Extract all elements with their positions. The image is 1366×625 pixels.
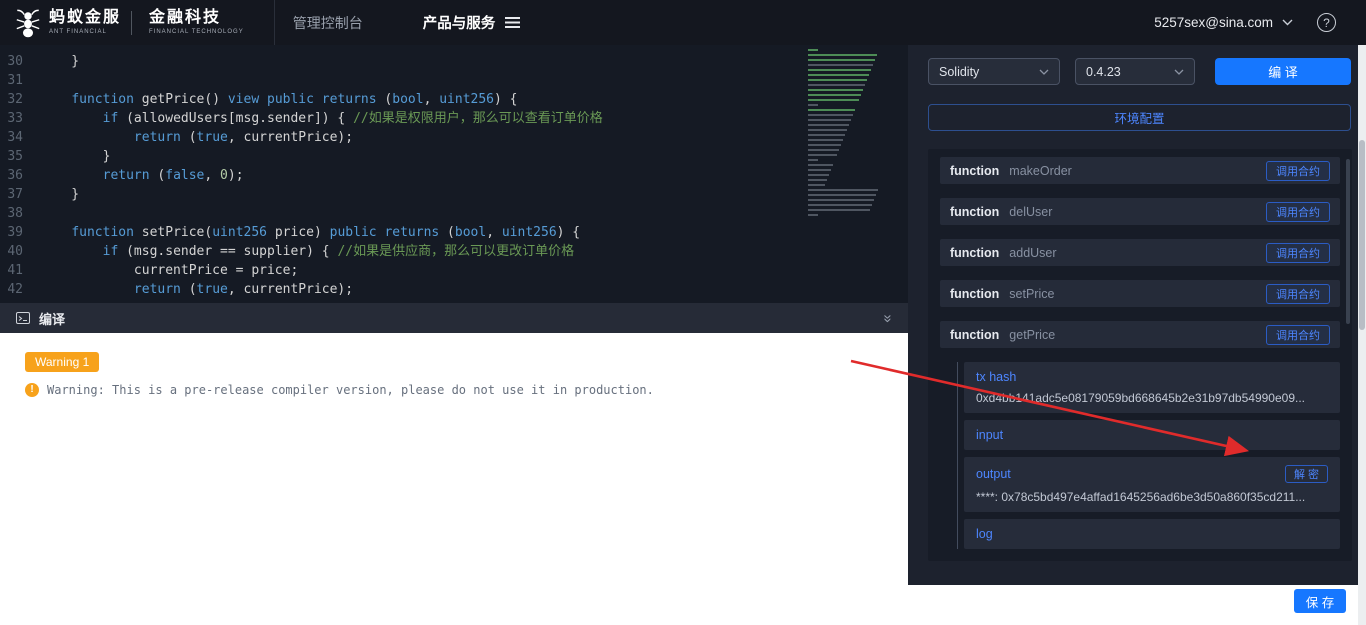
minimap-lines bbox=[808, 49, 896, 216]
compile-panel-header[interactable]: 编译 » bbox=[0, 303, 908, 333]
version-select[interactable]: 0.4.23 bbox=[1075, 58, 1195, 85]
warning-message: Warning: This is a pre-release compiler … bbox=[47, 383, 654, 397]
code-line: 35 } bbox=[7, 149, 111, 164]
function-list-scrollbar[interactable] bbox=[1346, 159, 1350, 324]
account-email: 5257sex@sina.com bbox=[1154, 15, 1273, 30]
code-line: 36 return (false, 0); bbox=[7, 168, 244, 183]
compiler-controls: Solidity 0.4.23 编 译 bbox=[928, 58, 1351, 85]
page: 蚂蚁金服 ANT FINANCIAL 金融科技 FINANCIAL TECHNO… bbox=[0, 0, 1366, 625]
code-line: 32 function getPrice() view public retur… bbox=[7, 92, 518, 107]
compile-panel-title: 编译 bbox=[39, 311, 66, 327]
console-icon bbox=[16, 312, 30, 324]
function-keyword: function bbox=[950, 163, 1000, 178]
version-select-value: 0.4.23 bbox=[1086, 64, 1121, 79]
output-label: output bbox=[976, 467, 1011, 481]
input-label: input bbox=[976, 428, 1004, 442]
code-line: 39 function setPrice(uint256 price) publ… bbox=[7, 225, 581, 240]
function-keyword: function bbox=[950, 286, 1000, 301]
ant-financial-logo: 蚂蚁金服 ANT FINANCIAL 金融科技 FINANCIAL TECHNO… bbox=[0, 7, 244, 39]
account-menu[interactable]: 5257sex@sina.com bbox=[1154, 15, 1293, 30]
compiler-output: Warning 1 ! Warning: This is a pre-relea… bbox=[0, 333, 908, 397]
function-name: getPrice bbox=[1009, 327, 1056, 342]
function-row-makeOrder[interactable]: function makeOrder 调用合约 bbox=[940, 157, 1340, 184]
brand-division-cn: 金融科技 bbox=[149, 9, 222, 26]
collapse-chevron-icon[interactable]: » bbox=[879, 314, 896, 322]
menu-icon bbox=[505, 17, 521, 28]
input-block[interactable]: input bbox=[964, 420, 1340, 450]
chevron-down-icon bbox=[1174, 69, 1184, 75]
save-button[interactable]: 保 存 bbox=[1294, 589, 1346, 613]
code-line: 38 bbox=[7, 206, 23, 221]
call-contract-button[interactable]: 调用合约 bbox=[1266, 160, 1330, 181]
code-editor[interactable]: 30 } 31 32 function getPrice() view public… bbox=[0, 45, 908, 303]
nav-products-services[interactable]: 产品与服务 bbox=[423, 12, 521, 33]
function-row-addUser[interactable]: function addUser 调用合约 bbox=[940, 239, 1340, 266]
ant-icon bbox=[16, 9, 40, 37]
chevron-down-icon bbox=[1282, 19, 1293, 26]
function-rows: function makeOrder 调用合约 function delUser 调用合约… bbox=[940, 157, 1340, 307]
code-line: 34 return (true, currentPrice); bbox=[7, 130, 354, 145]
warning-count-badge: Warning 1 bbox=[25, 352, 100, 372]
brand-division-en: FINANCIAL TECHNOLOGY bbox=[149, 29, 244, 35]
page-scrollbar[interactable] bbox=[1358, 45, 1366, 625]
code-line: 37 } bbox=[7, 187, 80, 202]
code-line: 41 currentPrice = price; bbox=[7, 263, 299, 278]
code-line: 30 } bbox=[7, 54, 80, 69]
contract-panel: Solidity 0.4.23 编 译 环境配置 function makeOrd… bbox=[908, 45, 1358, 585]
chevron-down-icon bbox=[1039, 69, 1049, 75]
brand-name-cn: 蚂蚁金服 bbox=[49, 9, 122, 26]
tx-hash-block: tx hash 0xd4bb141adc5e08179059bd668645b2… bbox=[964, 362, 1340, 413]
call-contract-button[interactable]: 调用合约 bbox=[1266, 201, 1330, 222]
warning-row: ! Warning: This is a pre-release compile… bbox=[25, 383, 908, 397]
language-select[interactable]: Solidity bbox=[928, 58, 1060, 85]
code-line: 40 if (msg.sender == supplier) { //如果是供应… bbox=[7, 244, 575, 259]
env-config-button[interactable]: 环境配置 bbox=[928, 104, 1351, 131]
tx-hash-label: tx hash bbox=[976, 370, 1017, 384]
function-row-getPrice[interactable]: function getPrice 调用合约 bbox=[940, 321, 1340, 348]
code-line: 42 return (true, currentPrice); bbox=[7, 282, 354, 297]
brand-name-en: ANT FINANCIAL bbox=[49, 29, 107, 35]
function-row-setPrice[interactable]: function setPrice 调用合约 bbox=[940, 280, 1340, 307]
output-value: ****: 0x78c5bd497e4affad1645256ad6be3d50… bbox=[976, 490, 1306, 504]
code-lines: 30 } 31 32 function getPrice() view public… bbox=[0, 45, 908, 299]
decrypt-button[interactable]: 解 密 bbox=[1284, 465, 1328, 483]
function-list: function makeOrder 调用合约 function delUser 调用合约… bbox=[928, 149, 1352, 561]
nav-products-label: 产品与服务 bbox=[422, 16, 496, 32]
function-keyword: function bbox=[950, 327, 1000, 342]
function-name: delUser bbox=[1009, 204, 1053, 219]
code-line: 31 bbox=[7, 73, 23, 88]
warning-icon: ! bbox=[25, 383, 39, 397]
output-block: output 解 密 ****: 0x78c5bd497e4affad16452… bbox=[964, 457, 1340, 512]
minimap[interactable] bbox=[808, 49, 896, 299]
call-contract-button[interactable]: 调用合约 bbox=[1266, 324, 1330, 345]
call-contract-button[interactable]: 调用合约 bbox=[1266, 283, 1330, 304]
getprice-call-result: tx hash 0xd4bb141adc5e08179059bd668645b2… bbox=[957, 362, 1340, 549]
compile-button[interactable]: 编 译 bbox=[1215, 58, 1351, 85]
log-block[interactable]: log bbox=[964, 519, 1340, 549]
page-scrollbar-thumb[interactable] bbox=[1359, 140, 1365, 330]
function-name: setPrice bbox=[1009, 286, 1055, 301]
function-keyword: function bbox=[950, 245, 1000, 260]
brand-divider bbox=[131, 10, 133, 35]
function-name: makeOrder bbox=[1009, 163, 1072, 178]
log-label: log bbox=[976, 527, 993, 541]
code-line: 33 if (allowedUsers[msg.sender]) { //如果是… bbox=[7, 111, 603, 126]
help-icon[interactable]: ? bbox=[1317, 13, 1336, 32]
top-bar: 蚂蚁金服 ANT FINANCIAL 金融科技 FINANCIAL TECHNO… bbox=[0, 0, 1366, 45]
function-getprice-block: function getPrice 调用合约 tx hash 0xd4bb141… bbox=[940, 321, 1340, 549]
function-keyword: function bbox=[950, 204, 1000, 219]
language-select-value: Solidity bbox=[939, 64, 980, 79]
call-contract-button[interactable]: 调用合约 bbox=[1266, 242, 1330, 263]
function-name: addUser bbox=[1009, 245, 1057, 260]
header-divider bbox=[273, 0, 275, 45]
function-row-delUser[interactable]: function delUser 调用合约 bbox=[940, 198, 1340, 225]
tx-hash-value: 0xd4bb141adc5e08179059bd668645b2e31b97db… bbox=[976, 391, 1305, 405]
nav-management-console[interactable]: 管理控制台 bbox=[293, 13, 363, 33]
